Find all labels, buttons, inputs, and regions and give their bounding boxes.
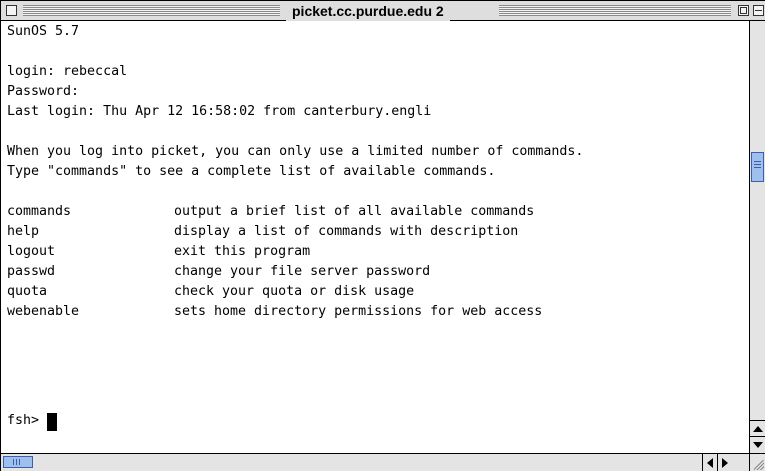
collapse-box-icon[interactable] bbox=[753, 5, 764, 16]
command-name: logout bbox=[7, 244, 56, 259]
vertical-scrollbar[interactable] bbox=[749, 21, 765, 453]
terminal-line: SunOS 5.7 bbox=[7, 24, 80, 39]
window-title: picket.cc.purdue.edu 2 bbox=[286, 1, 450, 21]
command-description: check your quota or disk usage bbox=[174, 284, 415, 299]
resize-grip-icon[interactable] bbox=[749, 453, 765, 471]
terminal-line: Last login: Thu Apr 12 16:58:02 from can… bbox=[7, 104, 432, 119]
zoom-box-icon[interactable] bbox=[738, 5, 749, 16]
terminal-line: When you log into picket, you can only u… bbox=[7, 144, 584, 159]
command-name: help bbox=[7, 224, 40, 239]
command-description: output a brief list of all available com… bbox=[174, 204, 535, 219]
terminal-window: picket.cc.purdue.edu 2 SunOS 5.7 login: … bbox=[0, 0, 765, 471]
close-box-icon[interactable] bbox=[6, 5, 17, 16]
scroll-up-arrow-icon[interactable] bbox=[750, 420, 765, 436]
title-bar[interactable]: picket.cc.purdue.edu 2 bbox=[1, 1, 765, 21]
command-name: webenable bbox=[7, 304, 80, 319]
prompt-text: fsh> bbox=[7, 413, 40, 428]
command-prompt[interactable]: fsh> bbox=[7, 411, 58, 431]
title-bar-stripes-right bbox=[499, 5, 731, 16]
command-name: quota bbox=[7, 284, 48, 299]
terminal-line: login: rebeccal bbox=[7, 64, 128, 79]
command-description: display a list of commands with descript… bbox=[174, 224, 519, 239]
scroll-left-arrow-icon[interactable] bbox=[702, 454, 717, 471]
terminal-output[interactable]: SunOS 5.7 login: rebeccal Password: Last… bbox=[2, 21, 749, 453]
command-name: passwd bbox=[7, 264, 56, 279]
command-description: exit this program bbox=[174, 244, 311, 259]
command-description: sets home directory permissions for web … bbox=[174, 304, 543, 319]
scroll-down-arrow-icon[interactable] bbox=[750, 436, 765, 452]
horizontal-scroll-thumb[interactable] bbox=[3, 456, 33, 468]
vertical-scroll-thumb[interactable] bbox=[751, 152, 764, 182]
title-bar-stripes-left bbox=[23, 5, 280, 16]
command-description: change your file server password bbox=[174, 264, 431, 279]
text-cursor bbox=[47, 413, 58, 431]
terminal-line: Password: bbox=[7, 84, 80, 99]
command-name: commands bbox=[7, 204, 72, 219]
horizontal-scrollbar[interactable] bbox=[1, 453, 749, 471]
scroll-right-arrow-icon[interactable] bbox=[717, 454, 732, 471]
terminal-line: Type "commands" to see a complete list o… bbox=[7, 164, 496, 179]
